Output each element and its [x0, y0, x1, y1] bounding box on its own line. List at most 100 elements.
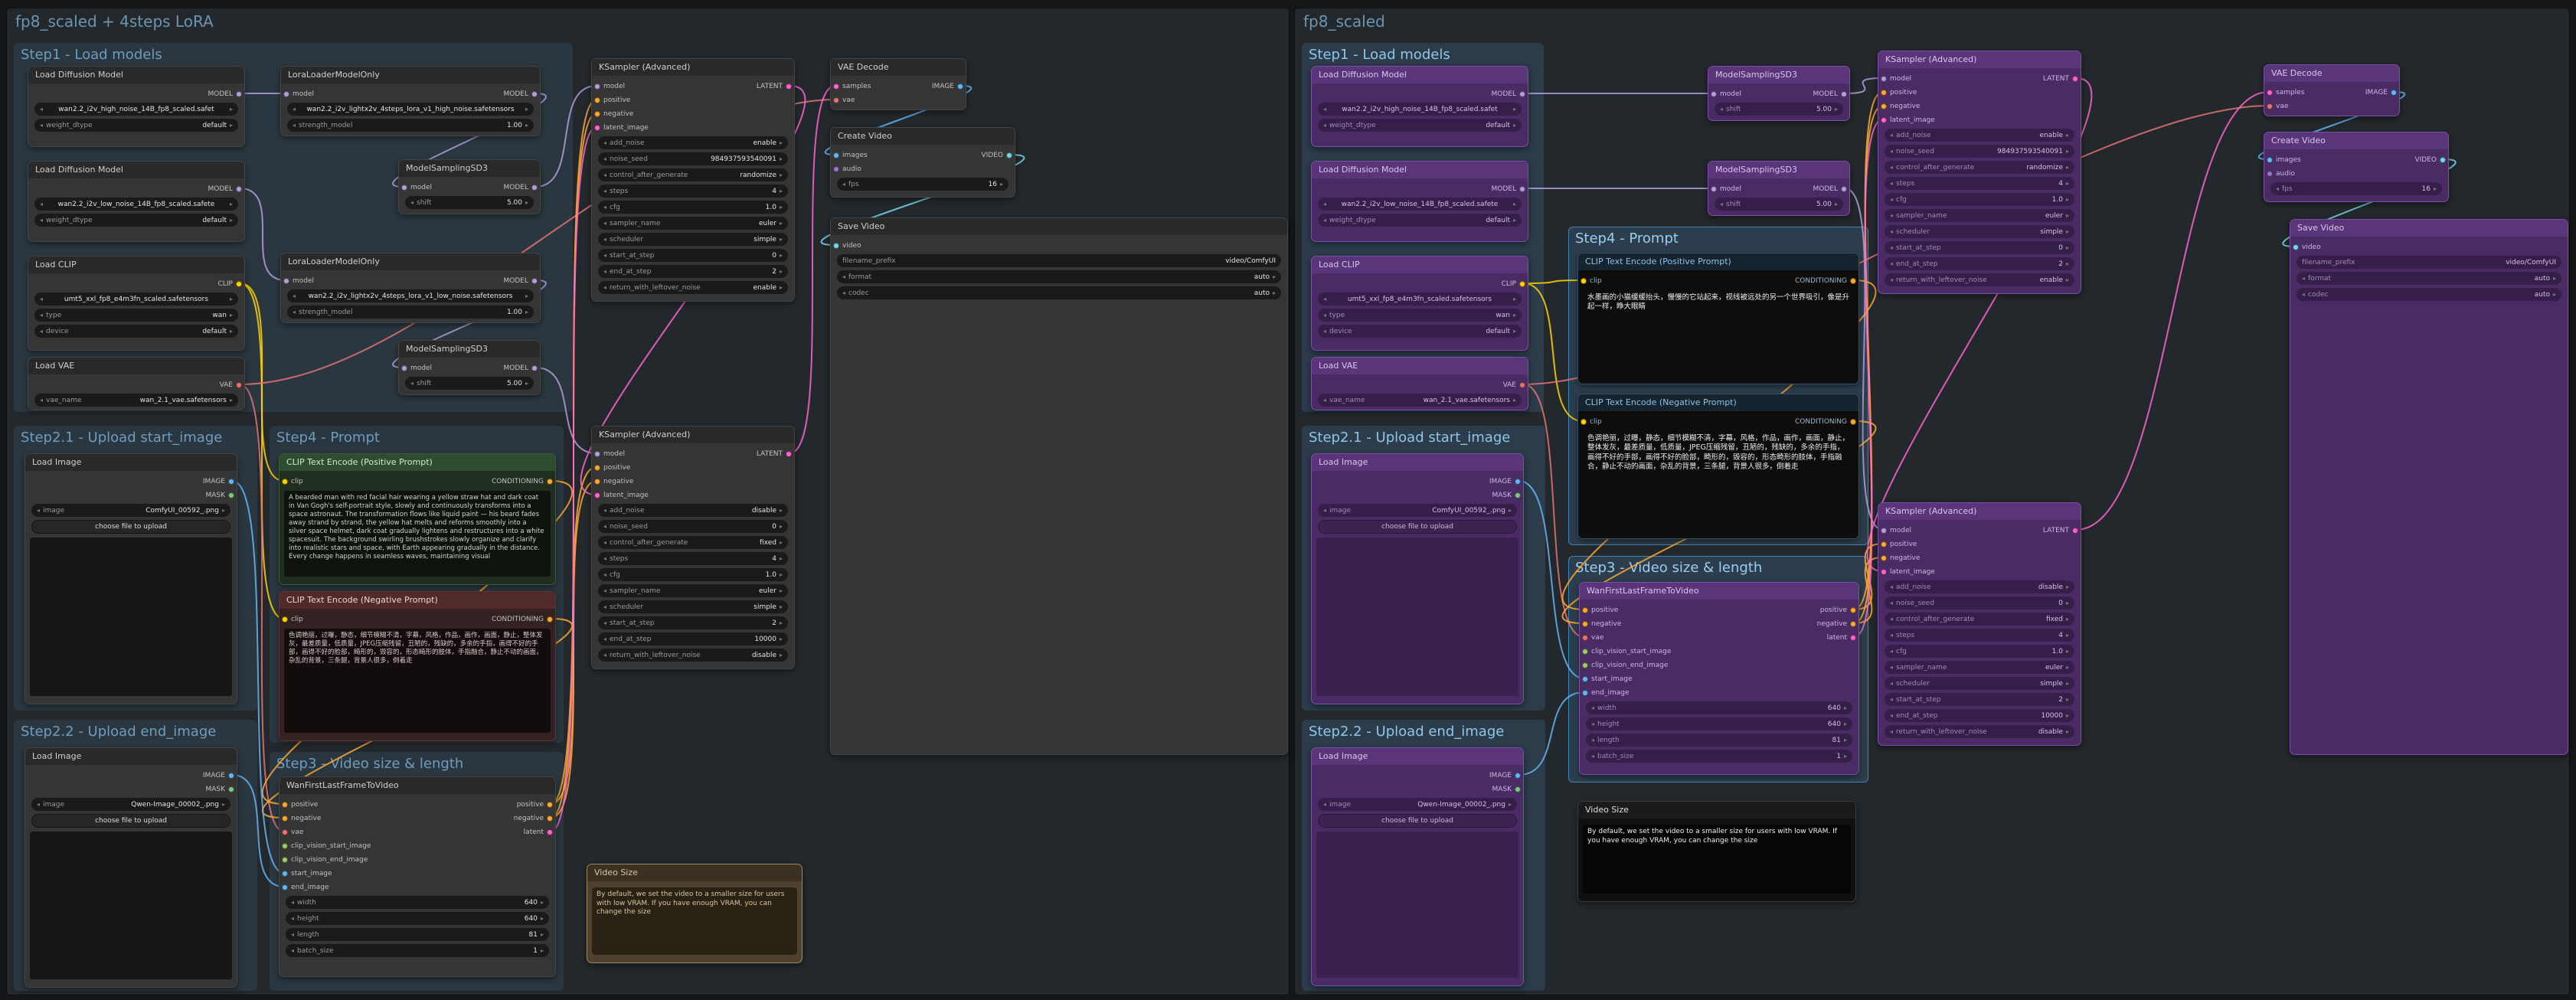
widget-start_at_step[interactable]: ◂start_at_step0▸	[1885, 241, 2074, 254]
output-slot-VAE[interactable]	[1519, 382, 1525, 388]
increment-arrow-icon[interactable]: ▸	[525, 122, 528, 129]
increment-arrow-icon[interactable]: ▸	[1509, 801, 1512, 808]
widget-weight_dtype[interactable]: ◂weight_dtypedefault▸	[1318, 119, 1522, 132]
widget-value[interactable]: disable	[752, 652, 776, 659]
node-title[interactable]: WanFirstLastFrameToVideo	[1580, 583, 1858, 600]
widget-control_after_generate[interactable]: ◂control_after_generaterandomize▸	[598, 168, 788, 181]
decrement-arrow-icon[interactable]: ◂	[291, 931, 294, 938]
output-slot-IMAGE[interactable]	[1515, 479, 1521, 485]
widget-value[interactable]: 0	[2058, 244, 2063, 252]
node-title[interactable]: Load Image	[1312, 454, 1523, 471]
widget-combo[interactable]: ◂umt5_xxl_fp8_e4m3fn_scaled.safetensors▸	[1318, 292, 1522, 306]
output-slot-MODEL[interactable]	[236, 91, 242, 97]
decrement-arrow-icon[interactable]: ◂	[40, 312, 43, 319]
node-title[interactable]: Load VAE	[28, 358, 244, 374]
widget-value[interactable]: wan2.2_i2v_high_noise_14B_fp8_scaled.saf…	[46, 106, 227, 113]
increment-arrow-icon[interactable]: ▸	[780, 188, 783, 194]
input-slot-latent_image[interactable]	[594, 492, 600, 498]
input-slot-latent_image[interactable]	[1881, 569, 1887, 575]
widget-scheduler[interactable]: ◂schedulersimple▸	[598, 233, 788, 246]
decrement-arrow-icon[interactable]: ◂	[293, 309, 296, 315]
widget-cfg[interactable]: ◂cfg1.0▸	[598, 201, 788, 214]
widget-value[interactable]: 640	[1828, 721, 1841, 728]
widget-value[interactable]: 984937593540091	[711, 155, 776, 163]
widget-noise_seed[interactable]: ◂noise_seed0▸	[598, 520, 788, 533]
increment-arrow-icon[interactable]: ▸	[2066, 260, 2069, 267]
input-slot-audio[interactable]	[833, 166, 839, 172]
prompt-text-area[interactable]: By default, we set the video to a smalle…	[1583, 825, 1851, 894]
decrement-arrow-icon[interactable]: ◂	[40, 397, 43, 404]
decrement-arrow-icon[interactable]: ◂	[2276, 185, 2279, 192]
input-slot-positive[interactable]	[594, 97, 600, 103]
widget-end_at_step[interactable]: ◂end_at_step2▸	[598, 265, 788, 278]
node-title[interactable]: Save Video	[2290, 220, 2568, 237]
input-slot-start_image[interactable]	[1582, 676, 1588, 682]
decrement-arrow-icon[interactable]: ◂	[1890, 260, 1893, 267]
output-slot-MODEL[interactable]	[531, 278, 538, 284]
decrement-arrow-icon[interactable]: ◂	[40, 122, 43, 129]
widget-end_at_step[interactable]: ◂end_at_step10000▸	[598, 632, 788, 645]
node-save-video[interactable]: Save Videovideofilename_prefixvideo/Comf…	[2290, 219, 2568, 755]
decrement-arrow-icon[interactable]: ◂	[1323, 328, 1326, 335]
decrement-arrow-icon[interactable]: ◂	[1890, 600, 1893, 606]
widget-batch_size[interactable]: ◂batch_size1▸	[1586, 750, 1852, 763]
widget-strength_model[interactable]: ◂strength_model1.00▸	[287, 119, 534, 132]
node-title[interactable]: Save Video	[831, 218, 1287, 235]
widget-end_at_step[interactable]: ◂end_at_step10000▸	[1885, 709, 2074, 722]
output-slot-CLIP[interactable]	[236, 281, 242, 287]
widget-value[interactable]: ComfyUI_00592_.png	[1432, 507, 1505, 515]
node-title[interactable]: Load Image	[25, 454, 237, 471]
increment-arrow-icon[interactable]: ▸	[780, 587, 783, 594]
node-ksampler-2[interactable]: KSampler (Advanced)modelLATENTpositivene…	[591, 426, 795, 669]
widget-weight_dtype[interactable]: ◂weight_dtypedefault▸	[34, 119, 238, 132]
widget-value[interactable]: default	[202, 122, 227, 129]
decrement-arrow-icon[interactable]: ◂	[1890, 664, 1893, 671]
widget-value[interactable]: video/ComfyUI	[1225, 257, 1276, 265]
widget-vae_name[interactable]: ◂vae_namewan_2.1_vae.safetensors▸	[34, 394, 238, 407]
decrement-arrow-icon[interactable]: ◂	[40, 201, 43, 208]
increment-arrow-icon[interactable]: ▸	[230, 296, 233, 302]
input-slot-model[interactable]	[401, 365, 407, 371]
input-slot-model[interactable]	[283, 278, 289, 284]
decrement-arrow-icon[interactable]: ◂	[410, 199, 414, 206]
widget-value[interactable]: enable	[2039, 132, 2063, 139]
widget-filename_prefix[interactable]: filename_prefixvideo/ComfyUI	[837, 254, 1281, 267]
increment-arrow-icon[interactable]: ▸	[1844, 753, 1847, 760]
decrement-arrow-icon[interactable]: ◂	[37, 801, 40, 808]
decrement-arrow-icon[interactable]: ◂	[293, 292, 296, 299]
widget-value[interactable]: 1.0	[2052, 648, 2063, 655]
decrement-arrow-icon[interactable]: ◂	[603, 220, 606, 227]
output-slot-IMAGE[interactable]	[957, 83, 963, 90]
input-slot-start_image[interactable]	[282, 871, 288, 877]
input-slot-model[interactable]	[594, 83, 600, 90]
node-title[interactable]: ModelSamplingSD3	[1708, 162, 1849, 178]
increment-arrow-icon[interactable]: ▸	[1513, 312, 1516, 319]
widget-return_with_leftover_noise[interactable]: ◂return_with_leftover_noiseenable▸	[1885, 273, 2074, 286]
widget-vae_name[interactable]: ◂vae_namewan_2.1_vae.safetensors▸	[1318, 394, 1522, 407]
increment-arrow-icon[interactable]: ▸	[2066, 132, 2069, 139]
widget-add_noise[interactable]: ◂add_noiseenable▸	[1885, 129, 2074, 142]
node-title[interactable]: Load Diffusion Model	[28, 162, 244, 178]
decrement-arrow-icon[interactable]: ◂	[291, 899, 294, 906]
widget-height[interactable]: ◂height640▸	[1586, 717, 1852, 730]
increment-arrow-icon[interactable]: ▸	[780, 652, 783, 658]
decrement-arrow-icon[interactable]: ◂	[1591, 753, 1594, 760]
widget-cfg[interactable]: ◂cfg1.0▸	[598, 568, 788, 581]
widget-combo[interactable]: ◂wan2.2_i2v_lightx2v_4steps_lora_v1_low_…	[287, 289, 534, 302]
widget-sampler_name[interactable]: ◂sampler_nameeuler▸	[1885, 209, 2074, 222]
node-model-sampling-low[interactable]: ModelSamplingSD3modelMODEL◂shift5.00▸	[398, 340, 541, 395]
node-title[interactable]: Load VAE	[1312, 358, 1528, 374]
increment-arrow-icon[interactable]: ▸	[1513, 217, 1516, 224]
decrement-arrow-icon[interactable]: ◂	[1323, 397, 1326, 404]
output-slot-CONDITIONING[interactable]	[1850, 278, 1856, 284]
decrement-arrow-icon[interactable]: ◂	[1890, 148, 1893, 155]
widget-value[interactable]: 2	[2058, 260, 2063, 268]
output-slot-VAE[interactable]	[236, 382, 242, 388]
widget-value[interactable]: enable	[2039, 276, 2063, 284]
increment-arrow-icon[interactable]: ▸	[780, 172, 783, 178]
node-title[interactable]: VAE Decode	[2264, 65, 2399, 82]
input-slot-negative[interactable]	[282, 815, 288, 822]
increment-arrow-icon[interactable]: ▸	[780, 268, 783, 275]
widget-value[interactable]: default	[202, 328, 227, 335]
widget-value[interactable]: wan_2.1_vae.safetensors	[1424, 397, 1510, 404]
